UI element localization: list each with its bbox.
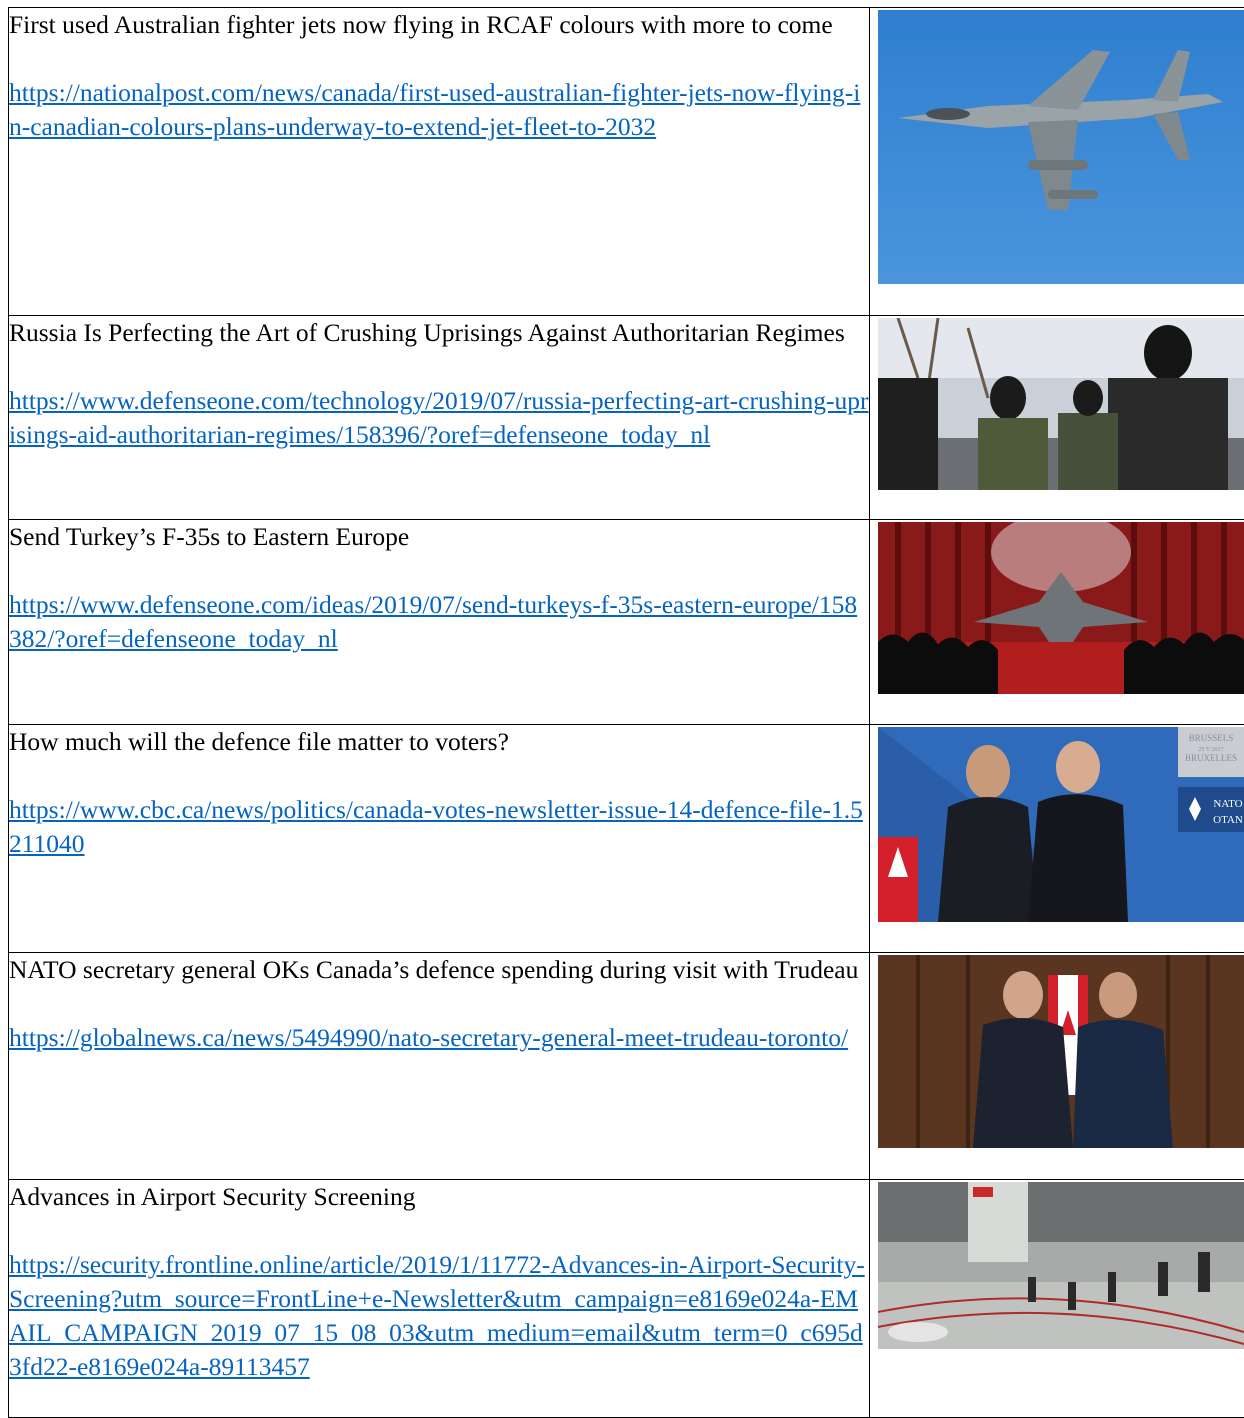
article-text-cell: How much will the defence file matter to… — [9, 725, 870, 953]
image-text-bruxelles: BRUXELLES — [1185, 753, 1237, 763]
article-row: Advances in Airport Security Screening h… — [9, 1180, 1244, 1418]
airport-security-photo — [878, 1182, 1244, 1349]
article-text-cell: NATO secretary general OKs Canada’s defe… — [9, 953, 870, 1180]
article-headline: Russia Is Perfecting the Art of Crushing… — [9, 316, 869, 350]
article-link[interactable]: https://security.frontline.online/articl… — [9, 1248, 869, 1384]
image-text-nato: NATO — [1213, 798, 1242, 810]
article-row: NATO secretary general OKs Canada’s defe… — [9, 953, 1244, 1180]
articles-table: First used Australian fighter jets now f… — [8, 7, 1244, 1418]
article-link[interactable]: https://www.defenseone.com/ideas/2019/07… — [9, 588, 869, 656]
masked-soldiers-photo — [878, 318, 1244, 490]
fighter-jet-photo — [878, 10, 1244, 284]
article-text-cell: Russia Is Perfecting the Art of Crushing… — [9, 316, 870, 520]
article-row: Send Turkey’s F-35s to Eastern Europe ht… — [9, 520, 1244, 725]
f35-unveiling-photo — [878, 522, 1244, 694]
article-image-cell — [870, 8, 1244, 316]
article-headline: Advances in Airport Security Screening — [9, 1180, 869, 1214]
article-link[interactable]: https://www.defenseone.com/technology/20… — [9, 384, 869, 452]
article-image-cell — [870, 1180, 1244, 1418]
article-link[interactable]: https://www.cbc.ca/news/politics/canada-… — [9, 793, 869, 861]
article-row: How much will the defence file matter to… — [9, 725, 1244, 953]
article-headline: First used Australian fighter jets now f… — [9, 8, 869, 42]
article-link[interactable]: https://nationalpost.com/news/canada/fir… — [9, 76, 869, 144]
article-image-cell — [870, 520, 1244, 725]
article-image-cell — [870, 953, 1244, 1180]
article-row: Russia Is Perfecting the Art of Crushing… — [9, 316, 1244, 520]
article-image-cell: BRUSSELS 25 V 2017 BRUXELLES NATO OTAN — [870, 725, 1244, 953]
article-headline: Send Turkey’s F-35s to Eastern Europe — [9, 520, 869, 554]
article-headline: How much will the defence file matter to… — [9, 725, 869, 759]
article-image-cell — [870, 316, 1244, 520]
article-text-cell: First used Australian fighter jets now f… — [9, 8, 870, 316]
article-headline: NATO secretary general OKs Canada’s defe… — [9, 953, 869, 987]
article-text-cell: Advances in Airport Security Screening h… — [9, 1180, 870, 1418]
article-row: First used Australian fighter jets now f… — [9, 8, 1244, 316]
image-text-otan: OTAN — [1213, 814, 1243, 826]
article-text-cell: Send Turkey’s F-35s to Eastern Europe ht… — [9, 520, 870, 725]
trudeau-stoltenberg-nato-photo: BRUSSELS 25 V 2017 BRUXELLES NATO OTAN — [878, 727, 1244, 922]
article-link[interactable]: https://globalnews.ca/news/5494990/nato-… — [9, 1021, 869, 1055]
image-text-brussels: BRUSSELS — [1189, 733, 1234, 743]
handshake-flag-photo — [878, 955, 1244, 1148]
